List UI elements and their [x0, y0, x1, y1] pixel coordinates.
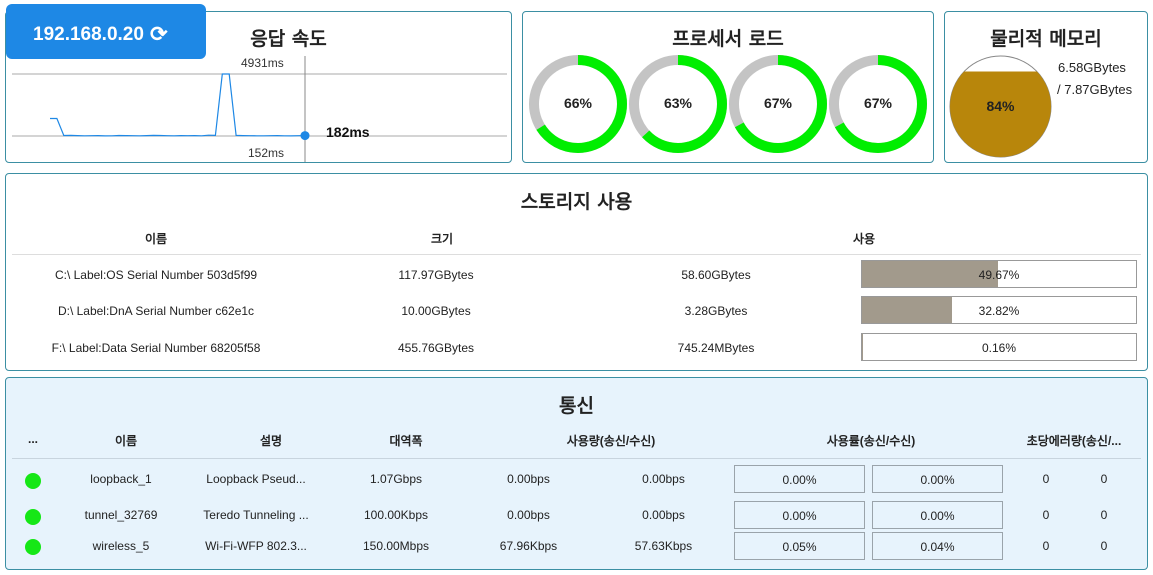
- cpu-donut-4: 67%: [828, 54, 928, 154]
- response-series-line: [50, 73, 306, 137]
- network-header-name: 이름: [114, 434, 138, 448]
- network-rx-rate-label: 0.04%: [920, 540, 955, 554]
- network-rx-rate: 0.00%: [872, 465, 1003, 493]
- status-indicator: [25, 473, 41, 489]
- storage-size: 117.97GBytes: [398, 268, 474, 282]
- network-error-rx: 0: [1100, 539, 1108, 553]
- network-name: wireless_5: [92, 539, 150, 553]
- network-rx-rate-label: 0.00%: [920, 473, 955, 487]
- response-speed-panel: 응답 속도 192.168.0.20 ⟳ 4931ms 152ms 182ms: [5, 4, 512, 163]
- network-name: loopback_1: [90, 472, 152, 486]
- network-tx-rate-label: 0.00%: [782, 509, 817, 523]
- ip-address-button[interactable]: 192.168.0.20 ⟳: [6, 4, 206, 59]
- storage-header-size: 크기: [430, 232, 454, 246]
- cpu-percent-1: 66%: [563, 95, 593, 111]
- network-rx-rate: 0.00%: [872, 501, 1003, 529]
- cpu-donut-1: 66%: [528, 54, 628, 154]
- storage-usage-bar: 49.67%: [861, 260, 1137, 288]
- processor-load-panel: 프로세서 로드 66% 63% 67% 67%: [522, 11, 934, 163]
- storage-usage-bar: 32.82%: [861, 296, 1137, 324]
- network-description: Loopback Pseud...: [206, 472, 306, 486]
- network-tx: 0.00bps: [507, 472, 550, 486]
- refresh-icon[interactable]: ⟳: [150, 22, 168, 47]
- network-header-status: ...: [27, 432, 38, 446]
- physical-memory-panel: 물리적 메모리 84% 6.58GBytes / 7.87GBytes: [944, 11, 1148, 163]
- network-title: 통신: [559, 395, 594, 417]
- network-tx-rate-label: 0.05%: [782, 540, 817, 554]
- network-tx-rate-label: 0.00%: [782, 473, 817, 487]
- storage-name: F:\ Label:Data Serial Number 68205f58: [51, 341, 261, 355]
- memory-gauge: 84%: [949, 55, 1052, 158]
- network-tx: 0.00bps: [507, 508, 550, 522]
- network-error-tx: 0: [1042, 539, 1050, 553]
- response-min-label: 152ms: [248, 146, 285, 160]
- memory-total: / 7.87GBytes: [1057, 82, 1133, 97]
- network-rx-rate-label: 0.00%: [920, 509, 955, 523]
- network-header-description: 설명: [259, 434, 283, 448]
- status-indicator: [25, 539, 41, 555]
- storage-header-usage: 사용: [852, 232, 876, 246]
- storage-header-name: 이름: [144, 232, 168, 246]
- storage-size: 455.76GBytes: [397, 341, 475, 355]
- storage-used: 58.60GBytes: [681, 268, 751, 282]
- network-description: Teredo Tunneling ...: [203, 508, 309, 522]
- storage-percent: 32.82%: [978, 304, 1020, 318]
- network-bandwidth: 100.00Kbps: [363, 508, 429, 522]
- network-rx: 0.00bps: [642, 508, 685, 522]
- cpu-donut-3: 67%: [728, 54, 828, 154]
- network-header-traffic: 사용량(송신/수신): [566, 434, 656, 448]
- storage-header-divider: [12, 254, 1141, 255]
- network-header-utilization: 사용률(송신/수신): [826, 434, 916, 448]
- ip-address-label: 192.168.0.20: [33, 24, 144, 45]
- network-tx: 67.96Kbps: [499, 539, 558, 553]
- network-tx-rate: 0.05%: [734, 532, 865, 560]
- network-description: Wi-Fi-WFP 802.3...: [205, 539, 307, 553]
- network-panel: 통신 ... 이름 설명 대역폭 사용량(송신/수신) 사용률(송신/수신) 초…: [5, 377, 1148, 570]
- storage-percent: 0.16%: [981, 341, 1017, 355]
- network-rx: 0.00bps: [642, 472, 685, 486]
- network-bandwidth: 150.00Mbps: [362, 539, 430, 553]
- network-header-divider: [12, 458, 1141, 459]
- network-tx-rate: 0.00%: [734, 465, 865, 493]
- storage-used: 3.28GBytes: [684, 304, 748, 318]
- network-header-bandwidth: 대역폭: [389, 434, 423, 448]
- memory-used: 6.58GBytes: [1058, 60, 1126, 75]
- storage-title: 스토리지 사용: [520, 191, 633, 213]
- response-current-point: [300, 131, 310, 141]
- storage-name: D:\ Label:DnA Serial Number c62e1c: [57, 304, 255, 318]
- response-current-label: 182ms: [326, 124, 370, 140]
- status-indicator: [25, 509, 41, 525]
- network-name: tunnel_32769: [84, 508, 158, 522]
- response-max-label: 4931ms: [241, 56, 284, 70]
- memory-fill: [950, 71, 1051, 157]
- cpu-percent-2: 63%: [663, 95, 693, 111]
- storage-name: C:\ Label:OS Serial Number 503d5f99: [54, 268, 258, 282]
- storage-panel: 스토리지 사용 이름 크기 사용 C:\ Label:OS Serial Num…: [5, 173, 1148, 371]
- network-error-rx: 0: [1100, 472, 1108, 486]
- network-rx-rate: 0.04%: [872, 532, 1003, 560]
- network-error-tx: 0: [1042, 508, 1050, 522]
- network-header-errors: 초당에러량(송신/...: [1026, 434, 1122, 448]
- storage-used: 745.24MBytes: [677, 341, 755, 355]
- cpu-percent-3: 67%: [763, 95, 793, 111]
- storage-size: 10.00GBytes: [401, 304, 471, 318]
- storage-usage-bar: 0.16%: [861, 333, 1137, 361]
- processor-title: 프로세서 로드: [672, 28, 784, 50]
- memory-title: 물리적 메모리: [990, 28, 1102, 50]
- cpu-donut-2: 63%: [628, 54, 728, 154]
- memory-percent: 84%: [986, 98, 1015, 114]
- network-error-rx: 0: [1100, 508, 1108, 522]
- network-error-tx: 0: [1042, 472, 1050, 486]
- storage-percent: 49.67%: [978, 268, 1020, 282]
- network-tx-rate: 0.00%: [734, 501, 865, 529]
- cpu-percent-4: 67%: [863, 95, 893, 111]
- network-rx: 57.63Kbps: [634, 539, 693, 553]
- network-bandwidth: 1.07Gbps: [369, 472, 423, 486]
